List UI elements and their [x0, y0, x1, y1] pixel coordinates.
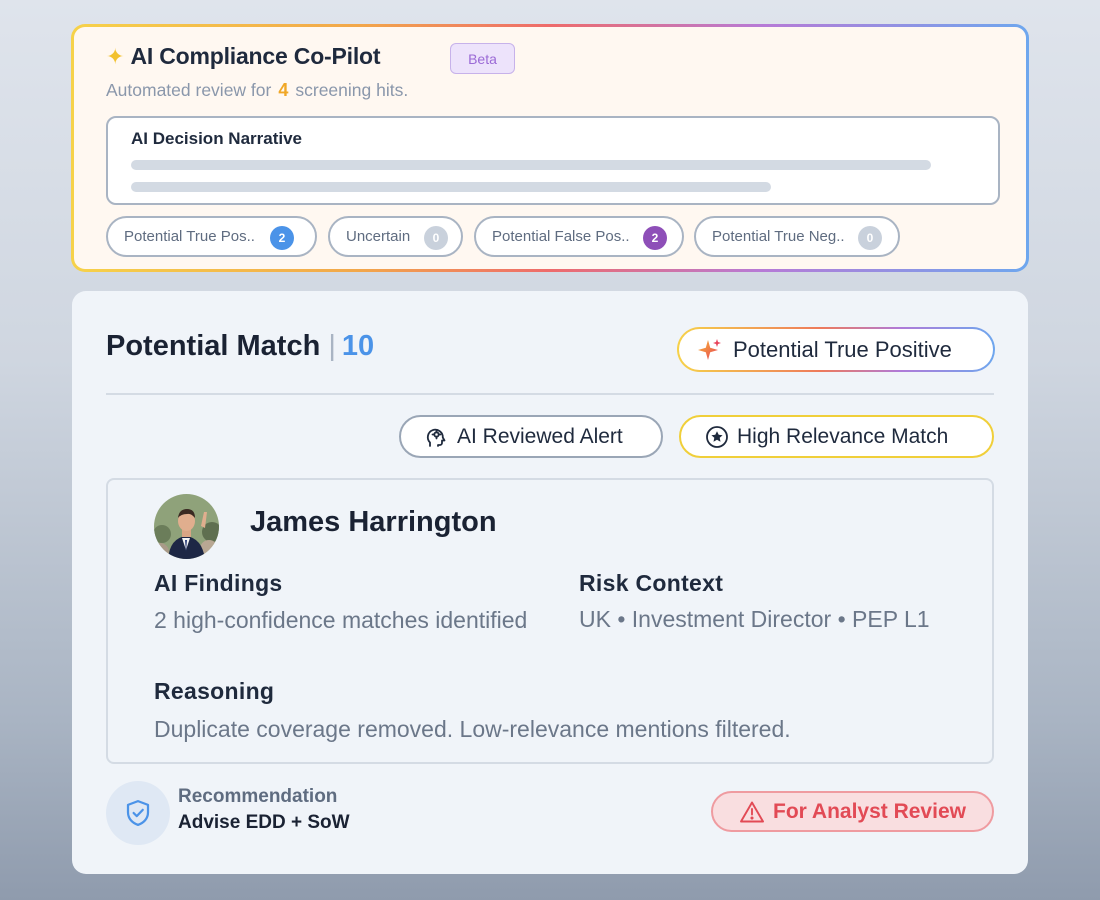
- copilot-title: AI Compliance Co-Pilot: [130, 43, 381, 69]
- star-circle-icon: [706, 425, 728, 448]
- verdict-pill: Potential True Positive: [677, 327, 995, 372]
- chip-label: Potential False Pos..: [492, 228, 630, 245]
- narrative-title: AI Decision Narrative: [131, 129, 303, 148]
- ai-findings-label: AI Findings: [154, 570, 283, 596]
- reasoning-label: Reasoning: [154, 678, 275, 704]
- chip-label: Potential True Pos..: [124, 228, 255, 245]
- narrative-loading-line: [131, 160, 931, 170]
- risk-context-text: UK • Investment Director • PEP L1: [579, 606, 930, 632]
- filter-chip-potential-false-positive[interactable]: Potential False Pos.. 2: [474, 216, 684, 257]
- recommendation-icon-badge: [106, 781, 170, 845]
- high-relevance-match-tag[interactable]: High Relevance Match: [679, 415, 994, 458]
- filter-chip-uncertain[interactable]: Uncertain 0: [328, 216, 463, 257]
- hit-count: 4: [278, 80, 289, 100]
- subject-name: James Harrington: [250, 506, 497, 538]
- chip-count-badge: 0: [424, 226, 448, 250]
- recommendation-value: Advise EDD + SoW: [178, 812, 350, 833]
- sparkle-icon: [698, 338, 721, 360]
- recommendation-label: Recommendation: [178, 786, 338, 807]
- divider: [106, 393, 994, 395]
- verdict-pill-body: Potential True Positive: [679, 329, 993, 370]
- narrative-loading-line: [131, 182, 771, 192]
- filter-chip-potential-true-positive[interactable]: Potential True Pos.. 2: [106, 216, 317, 257]
- ai-reviewed-alert-tag[interactable]: AI Reviewed Alert: [399, 415, 663, 458]
- warning-triangle-icon: [740, 801, 764, 822]
- ai-reviewed-label: AI Reviewed Alert: [457, 424, 623, 448]
- copilot-subtitle: Automated review for 4 screening hits.: [106, 80, 408, 101]
- risk-context-label: Risk Context: [579, 570, 724, 596]
- high-relevance-label: High Relevance Match: [737, 424, 949, 448]
- chip-label: Uncertain: [346, 228, 411, 245]
- chip-count-badge: 2: [270, 226, 294, 250]
- verdict-label: Potential True Positive: [733, 336, 952, 362]
- ai-brain-icon: [426, 428, 446, 447]
- copilot-header: ✦ AI Compliance Co-Pilot: [106, 43, 381, 70]
- sparkle-icon: ✦: [106, 43, 125, 69]
- shield-check-icon: [126, 800, 150, 826]
- chip-label: Potential True Neg..: [712, 228, 845, 245]
- subject-details: James Harrington AI Findings 2 high-conf…: [106, 478, 994, 764]
- chip-count-badge: 2: [643, 226, 667, 250]
- copilot-panel: ✦ AI Compliance Co-Pilot Beta Automated …: [71, 24, 1029, 272]
- for-analyst-review-badge[interactable]: For Analyst Review: [711, 791, 994, 832]
- match-title: Potential Match: [106, 330, 321, 362]
- match-heading: Potential Match | 10: [106, 330, 374, 363]
- status-label: For Analyst Review: [773, 799, 966, 823]
- beta-badge: Beta: [450, 43, 515, 74]
- filter-chip-potential-true-negative[interactable]: Potential True Neg.. 0: [694, 216, 900, 257]
- ai-findings-text: 2 high-confidence matches identified: [154, 607, 528, 633]
- subtitle-prefix: Automated review for: [106, 80, 272, 100]
- reasoning-text: Duplicate coverage removed. Low-relevanc…: [154, 716, 791, 742]
- subtitle-suffix: screening hits.: [295, 80, 409, 100]
- match-number: 10: [341, 330, 375, 362]
- match-separator: |: [328, 330, 336, 362]
- copilot-panel-body: ✦ AI Compliance Co-Pilot Beta Automated …: [74, 27, 1026, 269]
- avatar: [154, 494, 219, 559]
- potential-match-card: Potential Match | 10 Potential True Posi…: [72, 291, 1028, 874]
- chip-count-badge: 0: [858, 226, 882, 250]
- ai-decision-narrative: AI Decision Narrative: [106, 116, 1000, 205]
